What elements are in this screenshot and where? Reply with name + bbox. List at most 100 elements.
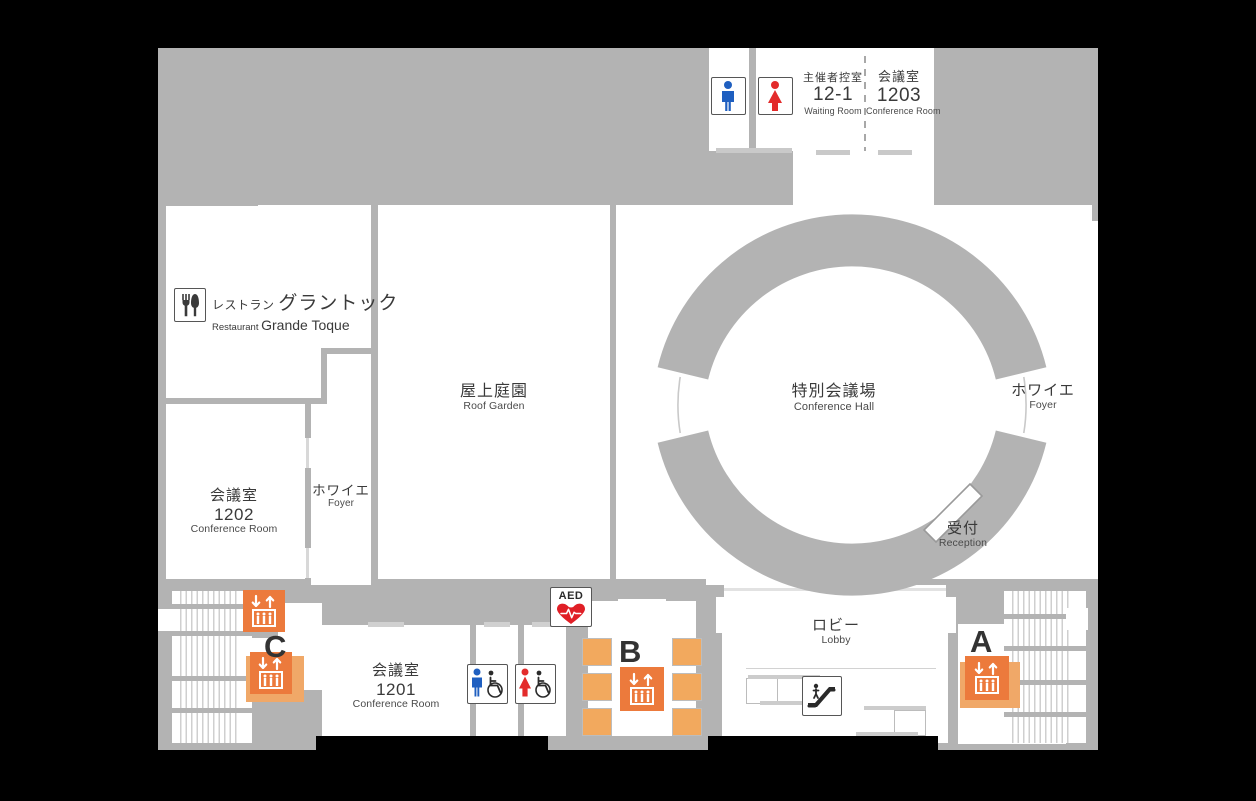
seat-b-r2 bbox=[672, 673, 702, 701]
label-reception-en: Reception bbox=[938, 536, 988, 549]
label-conference-hall-jp: 特別会議場 bbox=[791, 383, 877, 400]
structure-right-nub bbox=[1092, 203, 1098, 221]
door-stub-waiting bbox=[816, 150, 850, 155]
stairs-left-icon bbox=[176, 591, 238, 743]
stairs-left-tread-3 bbox=[172, 676, 252, 681]
label-conference-1202-en: Conference Room bbox=[190, 522, 278, 535]
elevator-icon bbox=[974, 661, 999, 694]
floor-plan: 主催者控室 12-1 Waiting Room 会議室 1203 Confere… bbox=[158, 48, 1098, 750]
restaurant-en-name: Grande Toque bbox=[261, 317, 350, 333]
lobby-bar-right-2 bbox=[856, 732, 918, 736]
restroom-door-stub bbox=[716, 148, 792, 153]
label-reception: 受付 Reception bbox=[918, 520, 1008, 550]
stairs-right-tread-4 bbox=[1004, 712, 1086, 717]
escalator-box bbox=[802, 676, 842, 716]
label-conference-1203: 会議室 1203 Conference Room bbox=[866, 69, 941, 116]
seat-b-l2 bbox=[582, 673, 612, 701]
label-roof-garden-en: Roof Garden bbox=[463, 399, 525, 412]
label-conference-1201-number: 1201 bbox=[376, 679, 416, 699]
stairwell-left-gap bbox=[158, 609, 176, 631]
label-foyer-left: ホワイエ Foyer bbox=[304, 483, 378, 509]
label-conference-1203-number: 1203 bbox=[876, 84, 922, 106]
label-reception-jp: 受付 bbox=[946, 520, 979, 537]
elevator-icon bbox=[251, 594, 276, 627]
seat-b-l3 bbox=[582, 708, 612, 736]
label-foyer-right-en: Foyer bbox=[1029, 398, 1057, 411]
door-stub-1201 bbox=[368, 622, 404, 627]
lobby-rail bbox=[746, 668, 936, 670]
label-roof-garden-jp: 屋上庭園 bbox=[459, 383, 528, 400]
label-conference-hall-en: Conference Hall bbox=[793, 400, 875, 413]
label-foyer-left-jp: ホワイエ bbox=[312, 483, 370, 498]
stairs-left-tread-4 bbox=[172, 708, 252, 713]
label-lobby-en: Lobby bbox=[821, 633, 851, 646]
restroom-male-icon bbox=[722, 81, 734, 111]
stairs-left-tread-2 bbox=[172, 631, 252, 636]
label-conference-1203-en: Conference Room bbox=[866, 105, 941, 116]
label-conference-1201-en: Conference Room bbox=[352, 697, 440, 710]
label-waiting-room-number: 12-1 bbox=[812, 84, 854, 106]
restaurant-en-prefix: Restaurant bbox=[212, 322, 259, 333]
wall-foyer-left-vertical bbox=[321, 348, 327, 398]
aed-label: AED bbox=[558, 589, 584, 602]
elevator-icon bbox=[629, 672, 654, 705]
door-1202-upper-jamb bbox=[306, 438, 309, 468]
wall-restaurant-bottom-run bbox=[321, 348, 378, 354]
door-stub-1203 bbox=[878, 150, 912, 155]
aed-box: AED bbox=[550, 587, 592, 627]
restaurant-jp-name: グラントック bbox=[278, 293, 399, 314]
lobby-wall-left bbox=[712, 633, 722, 743]
label-conference-1202: 会議室 1202 Conference Room bbox=[174, 487, 294, 536]
label-roof-garden: 屋上庭園 Roof Garden bbox=[434, 383, 554, 413]
restroom-male-accessible-box bbox=[467, 664, 508, 704]
wall-garden-east bbox=[610, 205, 616, 585]
seat-b-r3 bbox=[672, 708, 702, 736]
label-conference-1203-jp: 会議室 bbox=[877, 69, 920, 84]
elevator-c-upper[interactable] bbox=[243, 590, 285, 632]
label-conference-1201: 会議室 1201 Conference Room bbox=[336, 662, 456, 711]
structure-top-left-mass bbox=[158, 48, 709, 205]
restroom-male-box bbox=[711, 77, 746, 115]
label-foyer-right: ホワイエ Foyer bbox=[998, 382, 1088, 412]
label-foyer-left-en: Foyer bbox=[327, 498, 355, 510]
restaurant-jp-prefix: レストラン bbox=[212, 298, 275, 312]
label-foyer-right-jp: ホワイエ bbox=[1011, 382, 1075, 399]
label-conference-1201-jp: 会議室 bbox=[371, 662, 420, 679]
label-conference-1202-jp: 会議室 bbox=[209, 487, 258, 504]
wall-foyer-left-east bbox=[371, 354, 378, 585]
elevator-c-letter: C bbox=[264, 629, 287, 664]
wall-left-outer bbox=[158, 205, 166, 585]
stairs-left-tread-1 bbox=[172, 604, 252, 609]
label-conference-hall: 特別会議場 Conference Hall bbox=[764, 383, 904, 413]
restroom-male-accessible-icon bbox=[472, 668, 503, 698]
label-waiting-room: 主催者控室 12-1 Waiting Room bbox=[800, 72, 866, 116]
restroom-female-accessible-box bbox=[515, 664, 556, 704]
door-stub-restroom-m bbox=[484, 622, 510, 627]
label-lobby-jp: ロビー bbox=[811, 617, 860, 634]
structure-right-upper-mass bbox=[934, 155, 1098, 205]
elevator-b[interactable] bbox=[620, 667, 664, 711]
seat-b-r1 bbox=[672, 638, 702, 666]
exterior-bar-divider bbox=[548, 736, 708, 750]
exterior-opening-right bbox=[708, 736, 938, 750]
structure-top-left-lip bbox=[158, 200, 258, 206]
elevator-a[interactable] bbox=[965, 656, 1009, 700]
aed-heart-icon bbox=[557, 603, 585, 624]
restaurant-label: レストラン グラントック Restaurant Grande Toque bbox=[212, 288, 398, 333]
door-1202-lower-jamb bbox=[306, 548, 309, 578]
stairwell-right-gap bbox=[1066, 608, 1088, 630]
restroom-female-icon bbox=[768, 81, 782, 111]
label-lobby: ロビー Lobby bbox=[778, 617, 894, 647]
restaurant-icon-box bbox=[174, 288, 206, 322]
floor-plan-canvas: 主催者控室 12-1 Waiting Room 会議室 1203 Confere… bbox=[0, 0, 1256, 801]
label-conference-1202-number: 1202 bbox=[214, 504, 254, 524]
seat-b-l1 bbox=[582, 638, 612, 666]
stairs-right-tread-2 bbox=[1004, 646, 1086, 651]
wall-1202-top bbox=[158, 398, 327, 404]
elevator-b-letter: B bbox=[619, 634, 642, 669]
escalator-icon bbox=[807, 683, 836, 708]
label-waiting-room-jp: 主催者控室 bbox=[803, 72, 863, 84]
restroom-female-box bbox=[758, 77, 793, 115]
restroom-female-accessible-icon bbox=[519, 668, 551, 698]
fork-knife-icon bbox=[182, 294, 199, 317]
